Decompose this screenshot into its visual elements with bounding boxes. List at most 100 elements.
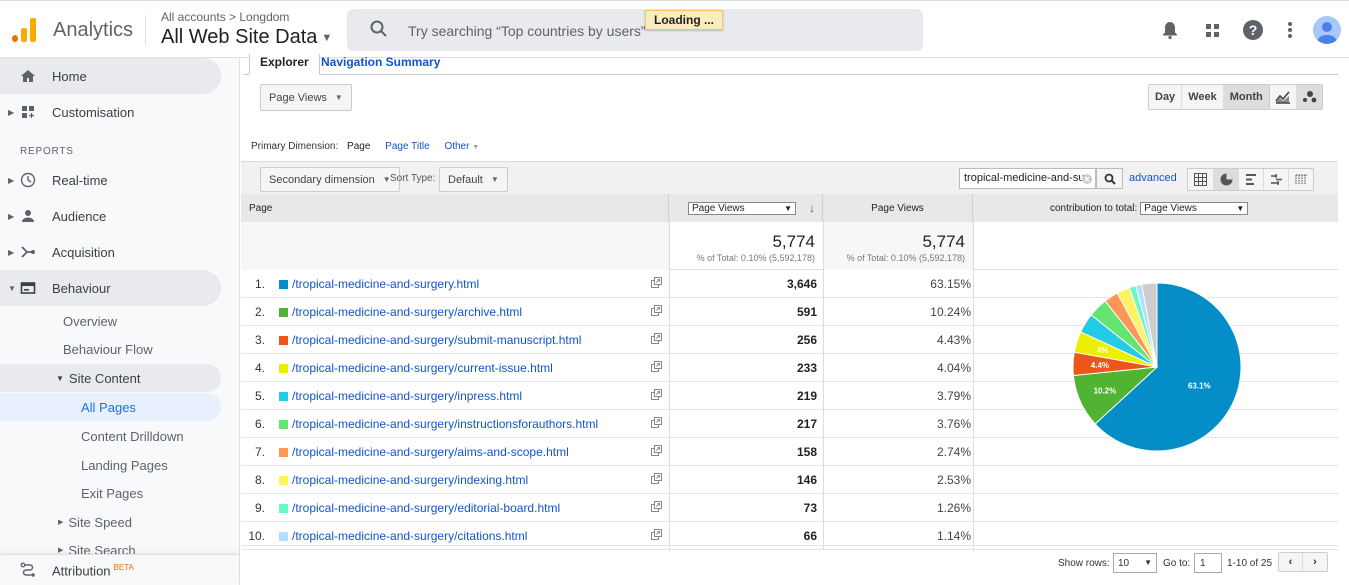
open-external-icon[interactable] — [651, 333, 662, 344]
apps-grid-icon[interactable] — [1202, 19, 1224, 41]
page-link[interactable]: /tropical-medicine-and-surgery/citations… — [292, 529, 527, 543]
help-icon[interactable]: ? — [1242, 19, 1264, 41]
top-bar: Analytics All accounts > Longdom All Web… — [0, 0, 1349, 58]
time-granularity-toggle: Day Week Month — [1148, 84, 1270, 110]
property-selector[interactable]: All Web Site Data ▼ — [161, 26, 332, 49]
table-toolbar: Secondary dimension ▼ Sort Type: Default ▼… — [241, 161, 1338, 194]
secondary-dimension-dropdown[interactable]: Secondary dimension ▼ — [260, 167, 400, 192]
page-views-percent: 2.74% — [936, 445, 971, 459]
merge-icon — [21, 246, 35, 258]
page-views-value: 66 — [669, 529, 823, 543]
col-header-page[interactable]: Page — [241, 194, 669, 222]
metric-column-select[interactable]: Page Views ▼ — [688, 201, 796, 215]
sidebar-item-site-content[interactable]: ▼ Site Content — [0, 364, 221, 392]
sidebar-item-realtime[interactable]: ▶ Real-time — [0, 162, 221, 198]
sidebar-item-acquisition[interactable]: ▶ Acquisition — [0, 234, 221, 270]
month-button[interactable]: Month — [1222, 85, 1269, 109]
term-cloud-view-button[interactable] — [1288, 169, 1313, 190]
open-external-icon[interactable] — [651, 501, 662, 512]
sidebar-label: Exit Pages — [81, 485, 144, 501]
analytics-logo-icon[interactable] — [12, 18, 38, 42]
contribution-metric-select[interactable]: Page Views ▼ — [1140, 201, 1249, 215]
sort-type-label: Sort Type: — [390, 173, 436, 184]
performance-view-button[interactable] — [1238, 169, 1263, 190]
sort-descending-icon[interactable]: ↓ — [809, 201, 815, 215]
more-vert-icon[interactable] — [1279, 19, 1301, 41]
open-external-icon[interactable] — [651, 473, 662, 484]
term-cloud-icon — [1294, 174, 1307, 185]
app-name: Analytics — [53, 19, 134, 41]
tab-navigation-summary[interactable]: Navigation Summary — [311, 54, 450, 75]
sidebar-item-behaviour[interactable]: ▼ Behaviour — [0, 270, 221, 306]
next-page-button[interactable]: › — [1303, 553, 1327, 571]
bell-icon[interactable] — [1159, 19, 1181, 41]
pie-view-button[interactable] — [1213, 169, 1238, 190]
open-external-icon[interactable] — [651, 277, 662, 288]
primary-dimension-page-title[interactable]: Page Title — [385, 141, 429, 152]
row-index: 5. — [254, 389, 265, 403]
open-external-icon[interactable] — [651, 305, 662, 316]
sidebar-item-customisation[interactable]: ▶ Customisation — [0, 94, 221, 130]
account-breadcrumb[interactable]: All accounts > Longdom — [161, 10, 289, 24]
tab-explorer[interactable]: Explorer — [249, 54, 320, 75]
sidebar-item-all-pages[interactable]: All Pages — [0, 393, 221, 421]
sort-type-dropdown[interactable]: Default ▼ — [439, 167, 508, 192]
page-views-percent: 2.53% — [936, 473, 971, 487]
bubble-chart-icon — [1302, 91, 1316, 103]
advanced-filter-link[interactable]: advanced — [1129, 172, 1177, 184]
prev-page-button[interactable]: ‹ — [1279, 553, 1303, 571]
page-link[interactable]: /tropical-medicine-and-surgery/archive.h… — [292, 305, 522, 319]
table-view-button[interactable] — [1188, 169, 1213, 190]
page-link[interactable]: /tropical-medicine-and-surgery/current-i… — [292, 361, 553, 375]
sidebar-item-audience[interactable]: ▶ Audience — [0, 198, 221, 234]
page-link[interactable]: /tropical-medicine-and-surgery/editorial… — [292, 501, 560, 515]
attribution-icon — [20, 562, 35, 577]
sidebar-item-overview[interactable]: Overview — [0, 307, 221, 335]
open-external-icon[interactable] — [651, 445, 662, 456]
open-external-icon[interactable] — [651, 361, 662, 372]
goto-input[interactable]: 1 — [1194, 553, 1222, 573]
sidebar-label: Content Drilldown — [81, 428, 184, 444]
show-rows-select[interactable]: 10 ▼ — [1113, 553, 1157, 573]
dashboard-plus-icon — [22, 106, 34, 118]
motion-chart-button[interactable] — [1296, 85, 1322, 109]
expand-arrow-icon: ▶ — [8, 211, 15, 221]
page-link[interactable]: /tropical-medicine-and-surgery/aims-and-… — [292, 445, 569, 459]
sidebar-item-exit-pages[interactable]: Exit Pages — [0, 479, 221, 507]
caret-down-icon: ▼ — [321, 31, 333, 44]
day-button[interactable]: Day — [1149, 85, 1182, 109]
page-views-value: 233 — [669, 361, 823, 375]
week-button[interactable]: Week — [1181, 85, 1223, 109]
sidebar-item-content-drilldown[interactable]: Content Drilldown — [0, 422, 221, 450]
open-external-icon[interactable] — [651, 417, 662, 428]
total-value: 5,774 — [772, 232, 815, 251]
filter-search-button[interactable] — [1096, 168, 1123, 189]
sidebar-item-landing-pages[interactable]: Landing Pages — [0, 451, 221, 479]
sidebar-label: Behaviour Flow — [63, 341, 153, 357]
open-external-icon[interactable] — [651, 529, 662, 540]
table-filter-input[interactable]: tropical-medicine-and-su — [959, 168, 1096, 189]
page-link[interactable]: /tropical-medicine-and-surgery/inpress.h… — [292, 389, 522, 403]
open-external-icon[interactable] — [651, 389, 662, 400]
line-chart-button[interactable] — [1270, 85, 1296, 109]
page-link[interactable]: /tropical-medicine-and-surgery/instructi… — [292, 417, 598, 431]
account-avatar[interactable] — [1313, 16, 1341, 44]
search-bar[interactable]: Try searching “Top countries by users” — [347, 9, 923, 51]
col-header-page-views[interactable]: Page Views — [823, 194, 973, 222]
color-swatch — [279, 504, 288, 513]
primary-dimension-page[interactable]: Page — [347, 141, 370, 152]
sidebar-item-home[interactable]: Home — [0, 58, 221, 94]
metric-selector[interactable]: Page Views ▼ — [260, 84, 352, 111]
primary-dimension-other[interactable]: Other ▼ — [444, 141, 479, 152]
total-subtext: % of Total: 0.10% (5,592,178) — [696, 253, 815, 263]
clear-filter-icon[interactable] — [1082, 174, 1092, 184]
page-link[interactable]: /tropical-medicine-and-surgery/submit-ma… — [292, 333, 581, 347]
page-link[interactable]: /tropical-medicine-and-surgery.html — [292, 277, 479, 291]
page-link[interactable]: /tropical-medicine-and-surgery/indexing.… — [292, 473, 528, 487]
col-page-label: Page — [249, 202, 273, 214]
comparison-view-button[interactable] — [1263, 169, 1288, 190]
sidebar-item-attribution[interactable]: Attribution BETA — [0, 554, 239, 585]
sidebar-item-behaviour-flow[interactable]: Behaviour Flow — [0, 335, 221, 363]
sidebar-item-site-speed[interactable]: ▶ Site Speed — [0, 508, 221, 536]
total-page-views: 5,774 % of Total: 0.10% (5,592,178) — [823, 222, 973, 270]
